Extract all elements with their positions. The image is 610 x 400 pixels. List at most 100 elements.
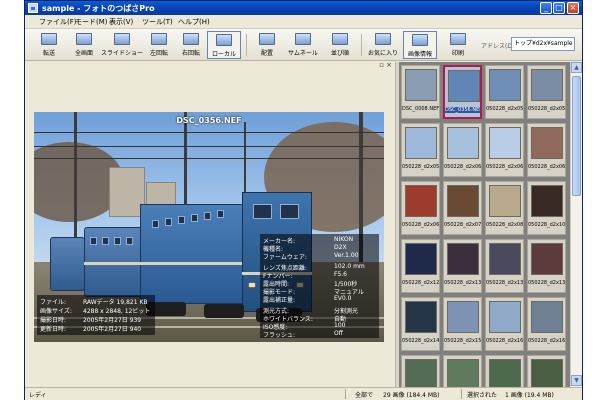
menu-help[interactable]: ヘルプ(H) — [178, 17, 210, 27]
thumbnail[interactable]: 050228_d2x05... — [401, 123, 440, 177]
thumbnail-image — [405, 69, 437, 101]
exif-row: ホワイトバランス: 自動 — [263, 314, 376, 323]
menu-view[interactable]: 表示(V) — [109, 17, 133, 27]
photo-wire — [34, 146, 384, 147]
thumbnail-scrollbar[interactable]: ▲ ▼ — [570, 62, 582, 387]
exif-key: 更新日時: — [40, 326, 67, 333]
thumbnail[interactable]: 050228_d2x16... — [485, 297, 524, 351]
thumbnail[interactable]: 050228_d2x13... — [485, 239, 524, 293]
transfer-button[interactable]: 転送 — [32, 31, 66, 59]
thumbnail-button[interactable]: サムネール — [286, 31, 320, 59]
viewer-pane-header: ▫ × — [25, 61, 395, 69]
thumbnail-image — [405, 185, 437, 217]
minimize-button[interactable]: _ — [540, 2, 552, 14]
thumbnail-pane: DSC_0008.NEF DSC_0356.NEF 050228_d2x05... 0… — [399, 62, 570, 387]
thumbnail-caption: 050228_d2x14... — [402, 338, 439, 344]
photo-car-stripe — [84, 262, 142, 265]
exif-key: ファイル: — [40, 299, 67, 306]
menu-file[interactable]: ファイル(F) — [39, 17, 77, 27]
exif-row: フラッシュ: Off — [263, 330, 376, 339]
thumbnail-selected[interactable]: DSC_0356.NEF — [443, 65, 482, 119]
thumbnail-caption: 050228_d2x05... — [402, 164, 439, 170]
slideshow-button[interactable]: スライドショー — [101, 31, 143, 59]
thumbnail[interactable]: 050228_d2x16... — [527, 297, 566, 351]
scroll-down-icon[interactable]: ▼ — [571, 375, 582, 386]
app-icon — [28, 3, 38, 13]
thumbnail-caption: 050228_d2x13... — [486, 280, 523, 286]
fullscreen-button[interactable]: 全画面 — [67, 31, 101, 59]
photo-bogie — [204, 304, 244, 318]
print-button[interactable]: 印刷 — [441, 31, 475, 59]
exif-row: 露出時間: 1/500秒 — [263, 279, 376, 288]
title-bar: sample - フォトのつばさPro _ □ × — [25, 1, 582, 15]
thumbnail[interactable]: 050228_d2x07... — [443, 181, 482, 235]
sort-order-label: 並び順 — [330, 50, 349, 57]
thumbnail[interactable]: 050228_d2x06... — [527, 123, 566, 177]
thumbnail-image — [447, 185, 479, 217]
thumbnail-image — [489, 185, 521, 217]
exif-value: Ver.1.00 — [334, 252, 359, 259]
pane-close-icon[interactable]: × — [386, 61, 392, 69]
local-label: ローカル — [211, 51, 236, 58]
menu-mode[interactable]: モード(M) — [75, 17, 108, 27]
thumbnail[interactable]: 050228_d2x06... — [401, 181, 440, 235]
thumbnail[interactable]: 050228_d2x13... — [527, 239, 566, 293]
image-info-button[interactable]: 画像情報 — [403, 31, 437, 59]
exif-row: レンズ焦点距離: 102.0 mm — [263, 263, 376, 272]
thumbnail[interactable]: 050228_d2x13... — [443, 239, 482, 293]
photo-preview[interactable]: DSC_0356.NEF メーカー名: NIKON 機種名: D2X ファームウェア… — [34, 112, 384, 342]
photo-cab-window — [280, 204, 299, 219]
thumbnail-image — [447, 301, 479, 333]
thumbnail-image — [489, 359, 521, 387]
sort-order-button[interactable]: 並び順 — [323, 31, 357, 59]
scroll-up-icon[interactable]: ▲ — [571, 62, 582, 73]
thumbnail[interactable]: 050228_d2x12... — [401, 239, 440, 293]
window-title: sample - フォトのつばさPro — [42, 4, 155, 13]
exif-value: NIKON — [334, 236, 354, 243]
thumbnail-image — [489, 69, 521, 101]
exif-value: 102.0 mm — [334, 263, 365, 270]
maximize-button[interactable]: □ — [553, 2, 565, 14]
exif-value: RAWデータ 19,821 KB — [83, 299, 148, 306]
fullscreen-label: 全画面 — [74, 50, 93, 57]
thumbnail[interactable]: 050228_d2x06... — [443, 123, 482, 177]
thumbnail[interactable]: 050228_d2x17... — [527, 355, 566, 387]
pane-restore-icon[interactable]: ▫ — [379, 61, 384, 69]
local-button[interactable]: ローカル — [207, 31, 241, 59]
menu-bar: ファイル(F) モード(M) 表示(V) ツール(T) ヘルプ(H) — [25, 15, 582, 29]
exif-value: 2005年2月27日 939 — [83, 317, 142, 324]
thumbnail[interactable]: 050228_d2x15... — [443, 297, 482, 351]
thumbnail-image — [405, 243, 437, 275]
thumbnail-image — [447, 243, 479, 275]
status-total-label: 全部で — [355, 392, 374, 399]
address-field[interactable]: トップ¥d2x¥sample — [511, 37, 575, 51]
exif-panel-left: ファイル: RAWデータ 19,821 KB 画像サイズ: 4288 x 2848,… — [37, 295, 155, 335]
exif-row: 露出補正量: EV0.0 — [263, 295, 376, 304]
thumbnail[interactable]: 050228_d2x17... — [443, 355, 482, 387]
exif-row: 撮影日時: 2005年2月27日 939 — [40, 315, 152, 324]
thumbnail-image — [531, 301, 563, 333]
thumbnail[interactable]: 050228_d2x05... — [485, 65, 524, 119]
thumbnail-caption: 050228_d2x05... — [486, 106, 523, 112]
thumbnail[interactable]: 050228_d2x05... — [527, 65, 566, 119]
scroll-thumb[interactable] — [572, 76, 581, 196]
address-label: アドレス(D) — [481, 43, 515, 50]
close-button[interactable]: × — [567, 2, 579, 14]
thumbnail[interactable]: 050228_d2x17... — [485, 355, 524, 387]
sort-icon — [332, 33, 348, 45]
rotate-right-button[interactable]: 右回転 — [174, 31, 208, 59]
thumbnail[interactable]: 050228_d2x14... — [401, 297, 440, 351]
slideshow-label: スライドショー — [101, 50, 144, 57]
thumbnail[interactable]: DSC_0008.NEF — [401, 65, 440, 119]
thumbnail[interactable]: 050228_d2x06... — [485, 123, 524, 177]
favorites-button[interactable]: お気に入り — [366, 31, 400, 59]
exif-value: 2005年2月27日 940 — [83, 326, 142, 333]
thumbnail-caption: 050228_d2x06... — [528, 164, 565, 170]
menu-tools[interactable]: ツール(T) — [142, 17, 173, 27]
thumbnail[interactable]: 050228_d2x10... — [527, 181, 566, 235]
thumbnail[interactable]: 050228_d2x08... — [485, 181, 524, 235]
thumbnail-image — [531, 127, 563, 159]
layout-button[interactable]: 配置 — [250, 31, 284, 59]
photo-window — [217, 210, 224, 218]
thumbnail[interactable]: 050228_d2x17... — [401, 355, 440, 387]
